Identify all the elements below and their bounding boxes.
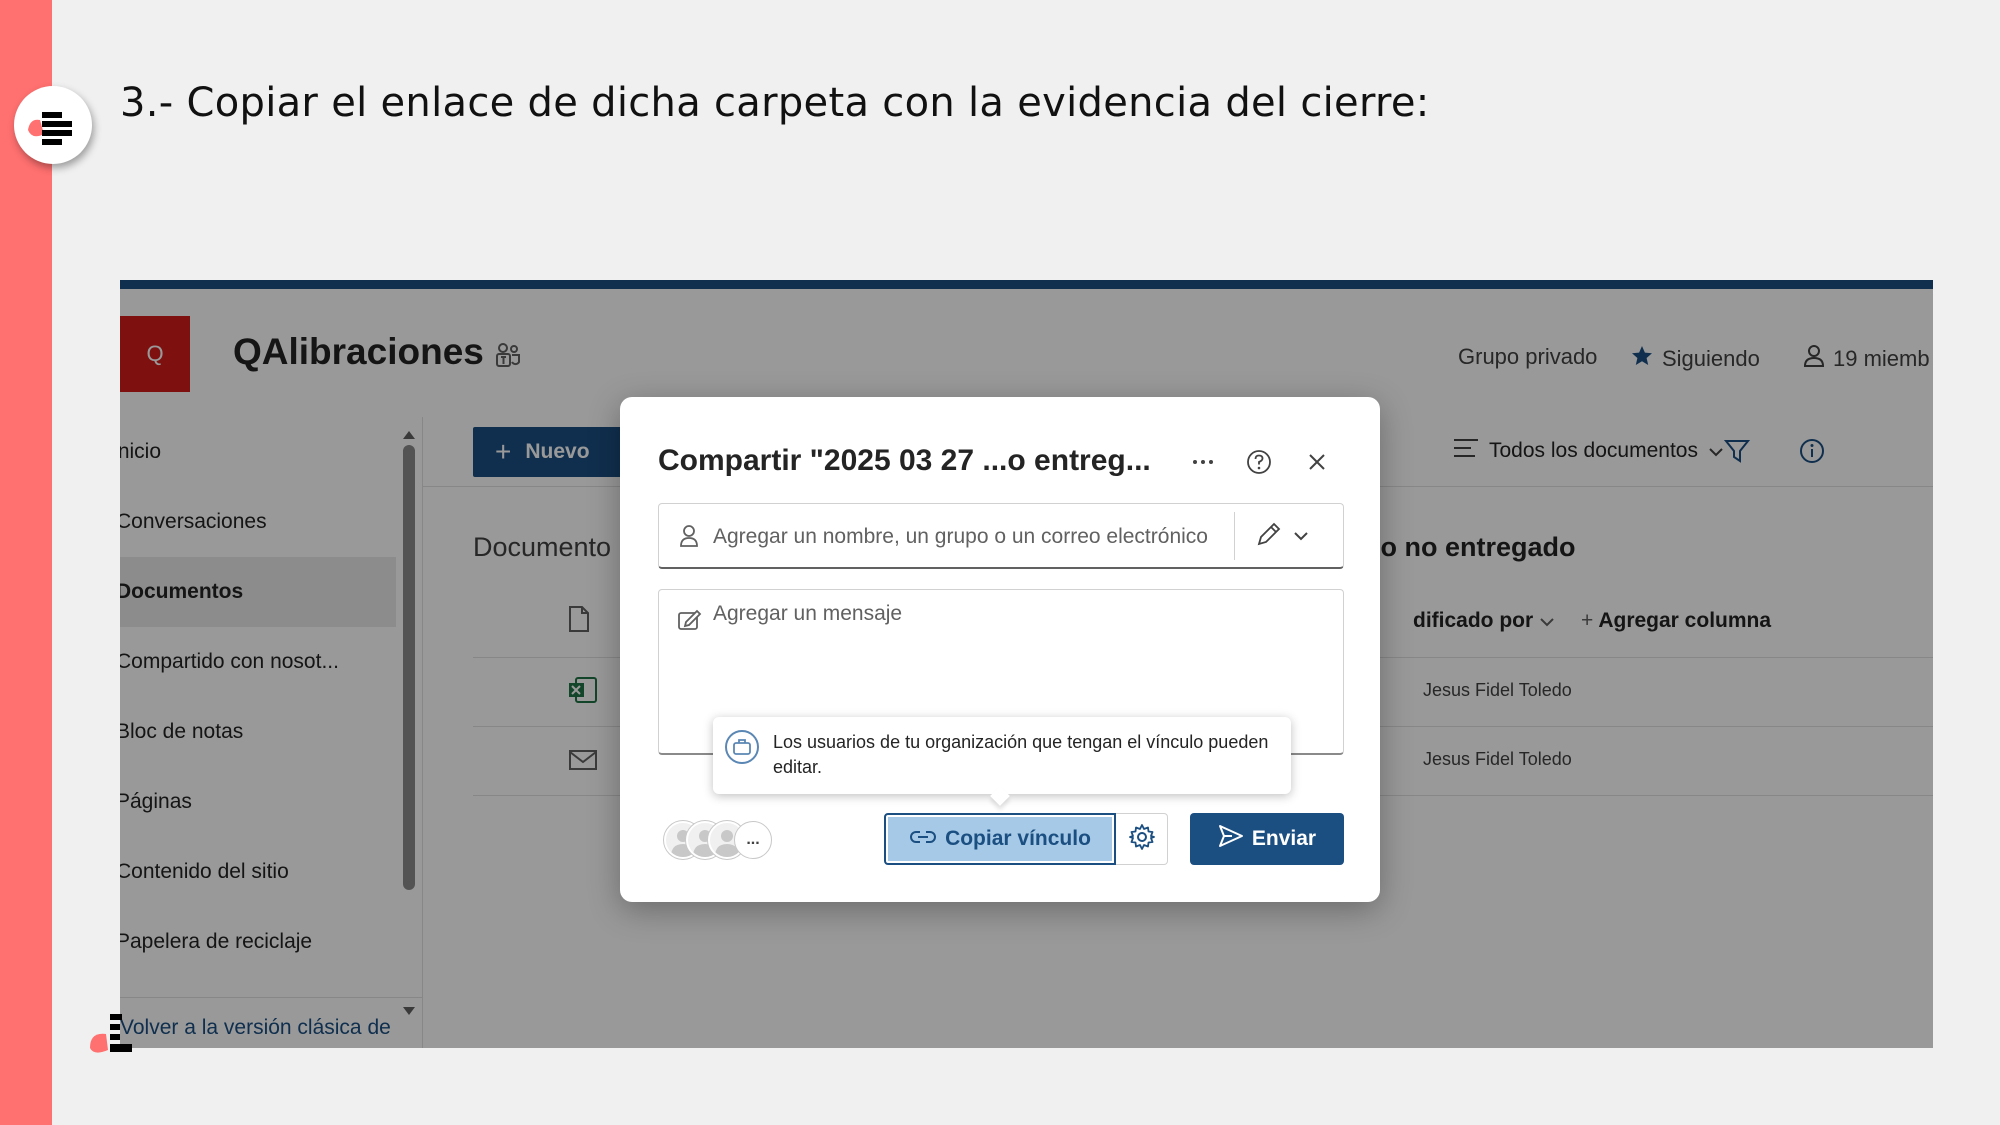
person-icon (679, 524, 699, 553)
tooltip-arrow (990, 786, 1010, 806)
copy-link-label: Copiar vínculo (945, 827, 1091, 850)
help-icon[interactable] (1244, 447, 1274, 477)
more-options-icon[interactable] (1188, 447, 1218, 477)
pencil-icon (1255, 520, 1283, 553)
more-avatars: ... (734, 821, 772, 859)
people-input[interactable] (713, 522, 1223, 552)
people-picker[interactable] (658, 503, 1344, 569)
message-input[interactable] (713, 602, 1313, 642)
close-icon[interactable] (1302, 447, 1332, 477)
share-dialog: Compartir "2025 03 27 ...o entreg... Agr… (620, 397, 1380, 902)
link-settings-button[interactable] (1116, 813, 1168, 865)
brand-logo-small (88, 1010, 146, 1060)
share-dialog-title: Compartir "2025 03 27 ...o entreg... (658, 444, 1151, 477)
gear-icon (1128, 823, 1156, 856)
link-icon (909, 827, 937, 851)
send-button[interactable]: Enviar (1190, 813, 1344, 865)
tooltip-text: Los usuarios de tu organización que teng… (773, 732, 1269, 777)
send-icon (1218, 824, 1244, 854)
divider (1234, 512, 1235, 560)
shared-with-avatars[interactable]: ... (664, 821, 774, 861)
send-label: Enviar (1251, 827, 1317, 850)
brand-logo (14, 86, 92, 164)
briefcase-icon (725, 730, 759, 764)
left-accent-band (0, 0, 52, 1125)
chevron-down-icon (1293, 528, 1309, 546)
edit-permission-dropdown[interactable] (1255, 520, 1309, 553)
copy-link-button[interactable]: Copiar vínculo (884, 813, 1116, 865)
compose-icon (677, 608, 703, 637)
link-settings-tooltip: Los usuarios de tu organización que teng… (713, 717, 1291, 806)
slide-title: 3.- Copiar el enlace de dicha carpeta co… (120, 80, 1430, 126)
